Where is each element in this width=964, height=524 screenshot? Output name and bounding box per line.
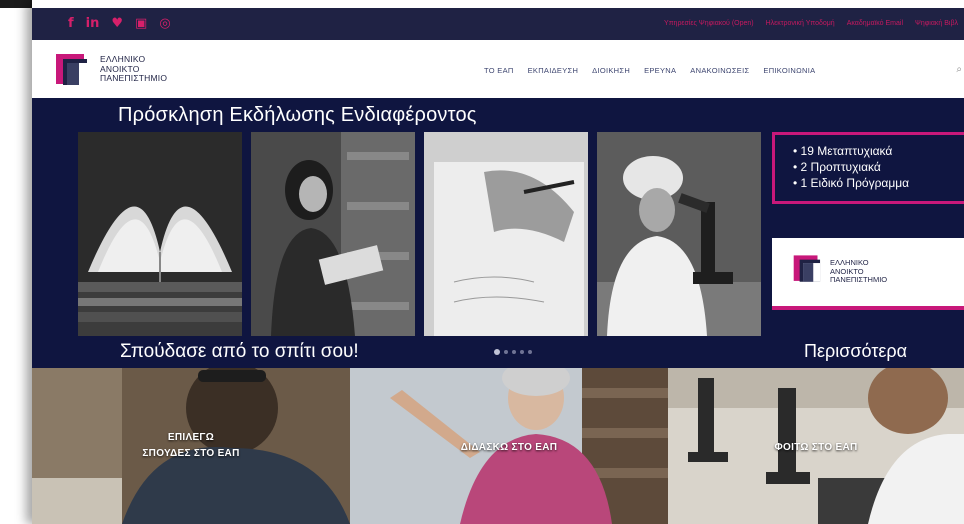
nav-item-announcements[interactable]: ΑΝΑΚΟΙΝΩΣΕΙΣ (690, 66, 749, 75)
instagram-icon[interactable]: ◎ (159, 15, 170, 33)
banner-slogan: Σπούδασε από το σπίτι σου! (120, 341, 359, 362)
site-logo[interactable]: ΕΛΛΗΝΙΚΟ ΑΝΟΙΚΤΟ ΠΑΝΕΠΙΣΤΗΜΙΟ (54, 48, 254, 92)
logo-text: ΕΛΛΗΝΙΚΟ ΑΝΟΙΚΤΟ ΠΑΝΕΠΙΣΤΗΜΙΟ (100, 54, 168, 84)
nav-item-contact[interactable]: ΕΠΙΚΟΙΝΩΝΙΑ (763, 66, 815, 75)
tile-teach[interactable]: ΔΙΔΑΣΚΩ ΣΤΟ ΕΑΠ (350, 368, 668, 524)
slider-dot[interactable] (528, 350, 532, 354)
tile-label-study: ΦΟΙΤΩ ΣΤΟ ΕΑΠ (668, 440, 964, 456)
photo-scientist-microscope (597, 132, 761, 336)
card-logo-line-3: ΠΑΝΕΠΙΣΤΗΜΙΟ (830, 275, 888, 284)
top-bar: f in ♥ ▣ ◎ Υπηρεσίες Ψηφιακού (Open) Ηλε… (32, 8, 964, 40)
tile-label-teach: ΔΙΔΑΣΚΩ ΣΤΟ ΕΑΠ (350, 440, 668, 456)
top-utility-links: Υπηρεσίες Ψηφιακού (Open) Ηλεκτρονική Υπ… (664, 17, 958, 31)
audience-tiles: ΕΠΙΛΕΓΩ ΣΠΟΥΔΕΣ ΣΤΟ ΕΑΠ ΔΙΔΑΣΚΩ ΣΤΟ ΕΑΠ (32, 368, 964, 524)
facebook-icon[interactable]: f (68, 15, 74, 33)
site-header: ΕΛΛΗΝΙΚΟ ΑΝΟΙΚΤΟ ΠΑΝΕΠΙΣΤΗΜΙΟ ΤΟ ΕΑΠ ΕΚΠ… (32, 40, 964, 98)
browser-page: f in ♥ ▣ ◎ Υπηρεσίες Ψηφιακού (Open) Ηλε… (32, 0, 964, 524)
search-icon[interactable]: ⌕ (956, 64, 962, 75)
slider-dots (494, 349, 532, 355)
nav-item-education[interactable]: ΕΚΠΑΙΔΕΥΣΗ (528, 66, 579, 75)
top-link[interactable]: Ακαδημαϊκό Email (847, 17, 903, 31)
nav-item-administration[interactable]: ΔΙΟΙΚΗΣΗ (592, 66, 630, 75)
logo-mark-icon (793, 255, 821, 282)
slider-dot[interactable] (504, 350, 508, 354)
more-link[interactable]: Περισσότερα (804, 341, 907, 362)
youtube-icon[interactable]: ▣ (135, 15, 147, 33)
top-link[interactable]: Ηλεκτρονική Υποδομή (766, 17, 835, 31)
logo-line-3: ΠΑΝΕΠΙΣΤΗΜΙΟ (100, 73, 168, 83)
nav-item-research[interactable]: ΕΡΕΥΝΑ (644, 66, 676, 75)
programs-box: • 19 Μεταπτυχιακά • 2 Προπτυχιακά • 1 Ει… (772, 132, 964, 204)
social-links: f in ♥ ▣ ◎ (68, 15, 171, 33)
tile-label-choose: ΕΠΙΛΕΓΩ ΣΠΟΥΔΕΣ ΣΤΟ ΕΑΠ (32, 430, 350, 462)
banner-logo-card: ΕΛΛΗΝΙΚΟ ΑΝΟΙΚΤΟ ΠΑΝΕΠΙΣΤΗΜΙΟ (772, 238, 964, 310)
top-link[interactable]: Υπηρεσίες Ψηφιακού (Open) (664, 17, 754, 31)
program-special: • 1 Ειδικό Πρόγραμμα (793, 176, 910, 190)
program-undergrad: • 2 Προπτυχιακά (793, 160, 881, 174)
tile-label-line-1: ΔΙΔΑΣΚΩ ΣΤΟ ΕΑΠ (460, 442, 558, 453)
photo-hand-writing (424, 132, 588, 336)
top-link[interactable]: Ψηφιακή Βιβλ (915, 17, 958, 31)
twitter-icon[interactable]: ♥ (111, 15, 123, 33)
tile-choose-studies[interactable]: ΕΠΙΛΕΓΩ ΣΠΟΥΔΕΣ ΣΤΟ ΕΑΠ (32, 368, 350, 524)
nav-item-eap[interactable]: ΤΟ ΕΑΠ (484, 66, 514, 75)
main-nav: ΤΟ ΕΑΠ ΕΚΠΑΙΔΕΥΣΗ ΔΙΟΙΚΗΣΗ ΕΡΕΥΝΑ ΑΝΑΚΟΙ… (484, 66, 815, 75)
photo-open-book (78, 132, 242, 336)
tile-label-line-2: ΣΠΟΥΔΕΣ ΣΤΟ ΕΑΠ (142, 448, 240, 459)
tile-label-line-1: ΕΠΙΛΕΓΩ (167, 432, 215, 443)
slider-dot[interactable] (494, 349, 500, 355)
hero-slider: Πρόσκληση Εκδήλωσης Ενδιαφέροντος • 19 Μ… (32, 98, 964, 368)
linkedin-icon[interactable]: in (86, 15, 100, 33)
program-masters: • 19 Μεταπτυχιακά (793, 144, 893, 158)
tile-label-line-1: ΦΟΙΤΩ ΣΤΟ ΕΑΠ (774, 442, 858, 453)
logo-mark-icon (56, 54, 87, 85)
card-logo-text: ΕΛΛΗΝΙΚΟ ΑΝΟΙΚΤΟ ΠΑΝΕΠΙΣΤΗΜΙΟ (830, 258, 888, 285)
tile-study[interactable]: ΦΟΙΤΩ ΣΤΟ ΕΑΠ (668, 368, 964, 524)
slider-dot[interactable] (520, 350, 524, 354)
photo-woman-reading (251, 132, 415, 336)
banner-title: Πρόσκληση Εκδήλωσης Ενδιαφέροντος (118, 104, 477, 126)
slider-dot[interactable] (512, 350, 516, 354)
